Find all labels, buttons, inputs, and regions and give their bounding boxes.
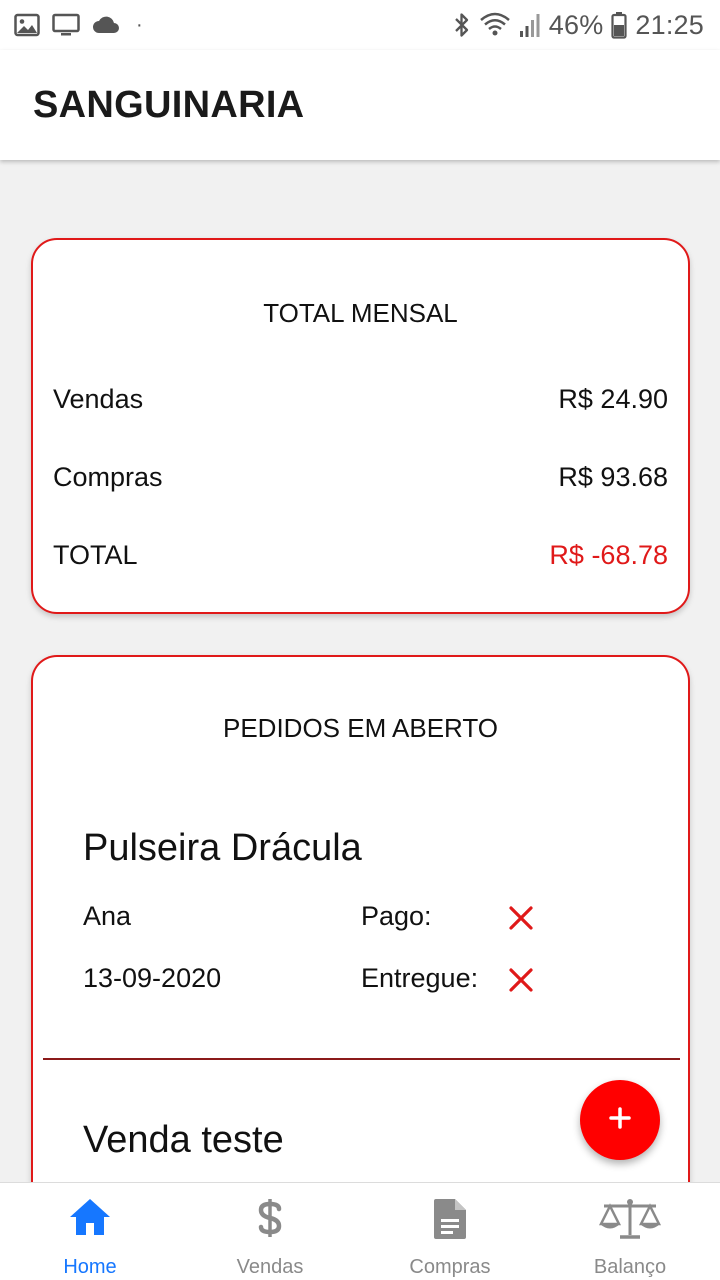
open-orders-card: PEDIDOS EM ABERTO Pulseira Drácula Ana P… bbox=[31, 655, 690, 1255]
monthly-total-card: TOTAL MENSAL Vendas R$ 24.90 Compras R$ … bbox=[31, 238, 690, 614]
summary-row-purchases: Compras R$ 93.68 bbox=[53, 462, 668, 493]
summary-label-purchases: Compras bbox=[53, 462, 163, 492]
status-left-icons: · bbox=[14, 11, 143, 39]
summary-row-sales: Vendas R$ 24.90 bbox=[53, 384, 668, 415]
nav-item-sales[interactable]: Vendas bbox=[180, 1183, 360, 1280]
open-orders-title: PEDIDOS EM ABERTO bbox=[222, 713, 498, 743]
status-dot: · bbox=[136, 13, 143, 36]
summary-value-sales: R$ 24.90 bbox=[558, 384, 668, 414]
page-title: SANGUINARIA bbox=[33, 84, 305, 126]
summary-label-sales: Vendas bbox=[53, 384, 144, 414]
add-order-button[interactable] bbox=[580, 1080, 660, 1160]
summary-value-purchases: R$ 93.68 bbox=[558, 462, 668, 492]
battery-icon bbox=[611, 11, 628, 39]
status-bar: · 46% 21:25 bbox=[0, 0, 720, 50]
app-bar: SANGUINARIA bbox=[0, 50, 720, 160]
delivered-status-close-icon[interactable] bbox=[508, 967, 534, 993]
nav-label-home: Home bbox=[63, 1256, 117, 1278]
wifi-icon bbox=[479, 12, 511, 38]
clock: 21:25 bbox=[635, 9, 704, 40]
nav-item-purchases[interactable]: Compras bbox=[360, 1183, 540, 1280]
order-paid-label: Pago: bbox=[361, 901, 432, 931]
plus-icon bbox=[608, 1106, 632, 1135]
order-divider bbox=[43, 1058, 680, 1060]
home-icon bbox=[68, 1197, 112, 1242]
scale-icon bbox=[598, 1197, 662, 1246]
order-date: 13-09-2020 bbox=[83, 963, 222, 993]
nav-label-purchases: Compras bbox=[409, 1256, 491, 1278]
dollar-icon bbox=[255, 1197, 285, 1244]
nav-label-sales: Vendas bbox=[236, 1256, 304, 1278]
paid-status-close-icon[interactable] bbox=[508, 905, 534, 931]
nav-item-home[interactable]: Home bbox=[0, 1183, 180, 1280]
signal-icon bbox=[519, 12, 541, 38]
summary-value-total: R$ -68.78 bbox=[549, 540, 668, 570]
bluetooth-icon bbox=[453, 11, 471, 39]
order-name: Venda teste bbox=[83, 1119, 284, 1161]
summary-row-total: TOTAL R$ -68.78 bbox=[53, 540, 668, 571]
image-icon bbox=[14, 13, 40, 37]
order-name: Pulseira Drácula bbox=[83, 827, 362, 869]
cloud-icon bbox=[92, 15, 120, 35]
monthly-total-title: TOTAL MENSAL bbox=[263, 298, 458, 328]
order-customer: Ana bbox=[83, 901, 132, 931]
order-delivered-label: Entregue: bbox=[361, 963, 479, 993]
nav-item-balance[interactable]: Balanço bbox=[540, 1183, 720, 1280]
battery-percent: 46% bbox=[548, 9, 604, 40]
nav-label-balance: Balanço bbox=[593, 1256, 667, 1278]
cast-icon bbox=[52, 13, 80, 37]
document-icon bbox=[432, 1197, 468, 1246]
bottom-nav: Home Vendas Compras Balanço bbox=[0, 1182, 720, 1280]
status-right-icons: 46% 21:25 bbox=[453, 8, 704, 42]
summary-label-total: TOTAL bbox=[53, 540, 138, 570]
